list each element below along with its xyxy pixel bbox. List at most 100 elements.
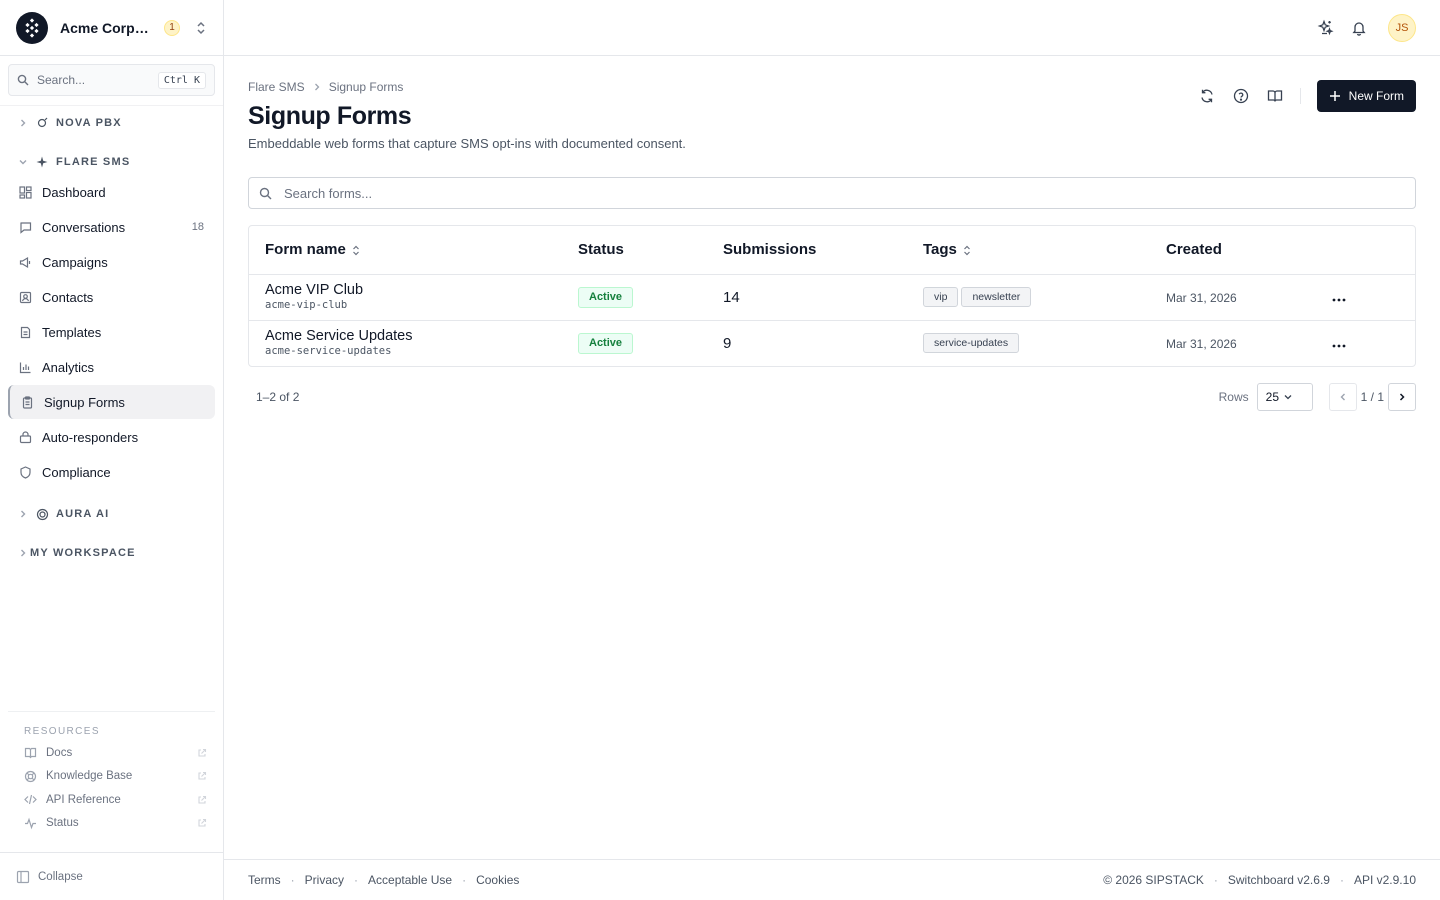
sidebar-item-contacts[interactable]: Contacts — [8, 280, 215, 314]
cell-created: Mar 31, 2026 — [1150, 274, 1320, 321]
chevron-down-icon — [18, 157, 30, 167]
resource-status[interactable]: Status — [8, 812, 215, 836]
cell-tags: service-updates — [907, 320, 1150, 366]
pagination-range: 1–2 of 2 — [256, 390, 300, 404]
sort-icon — [352, 245, 360, 256]
sidebar-item-dashboard[interactable]: Dashboard — [8, 175, 215, 209]
sidebar-panel-icon — [16, 870, 30, 884]
nav-group-label: NOVA PBX — [56, 117, 122, 129]
form-name[interactable]: Acme VIP Club — [265, 282, 546, 298]
plus-icon — [1329, 90, 1341, 102]
resource-docs[interactable]: Docs — [8, 741, 215, 765]
column-label: Status — [578, 241, 624, 259]
created-date: Mar 31, 2026 — [1166, 336, 1237, 351]
org-logo-icon — [16, 11, 48, 44]
tag-badge: service-updates — [923, 333, 1020, 354]
nav-group-label: MY WORKSPACE — [30, 547, 136, 559]
footer-separator: · — [354, 873, 359, 887]
form-name[interactable]: Acme Service Updates — [265, 328, 546, 344]
nav-group-nova-pbx[interactable]: NOVA PBX — [0, 112, 223, 134]
rows-per-page-select[interactable]: 25 — [1256, 383, 1313, 411]
footer-separator: · — [462, 873, 467, 887]
status-badge: Active — [578, 286, 634, 308]
footer-link-acceptable-use[interactable]: Acceptable Use — [368, 873, 452, 887]
sidebar-item-label: Compliance — [42, 464, 111, 480]
sidebar-item-label: Auto-responders — [42, 429, 139, 445]
sidebar-item-templates[interactable]: Templates — [8, 315, 215, 349]
activity-icon — [24, 817, 38, 830]
sidebar-item-signup-forms[interactable]: Signup Forms — [8, 385, 215, 419]
target-icon — [36, 508, 50, 521]
footer-app-version: Switchboard v2.6.9 — [1227, 873, 1330, 887]
nav-group-aura-ai[interactable]: AURA AI — [0, 503, 223, 525]
search-shortcut: Ctrl K — [157, 71, 206, 89]
refresh-icon[interactable] — [1198, 87, 1216, 105]
sidebar-item-campaigns[interactable]: Campaigns — [8, 245, 215, 279]
bar-chart-icon — [19, 361, 33, 374]
bell-icon[interactable] — [1350, 19, 1368, 37]
collapse-sidebar-button[interactable]: Collapse — [0, 852, 223, 900]
top-bar: JS — [224, 0, 1440, 56]
footer-link-privacy[interactable]: Privacy — [305, 873, 344, 887]
breadcrumb-item-flare-sms[interactable]: Flare SMS — [248, 80, 305, 94]
previous-page-button[interactable] — [1328, 383, 1357, 411]
more-actions-icon[interactable] — [1332, 344, 1346, 348]
column-header-tags[interactable]: Tags — [907, 226, 1150, 275]
sidebar-item-label: Templates — [42, 324, 102, 340]
status-badge: Active — [578, 332, 634, 354]
help-icon[interactable] — [1232, 87, 1250, 105]
footer-link-terms[interactable]: Terms — [248, 873, 281, 887]
sidebar-item-auto-responders[interactable]: Auto-responders — [8, 420, 215, 454]
cell-tags: vip newsletter — [907, 274, 1150, 321]
sidebar-item-label: Campaigns — [42, 254, 108, 270]
pagination: 1–2 of 2 Rows 25 1 / 1 — [248, 383, 1416, 411]
footer-link-cookies[interactable]: Cookies — [476, 873, 519, 887]
new-form-button[interactable]: New Form — [1316, 80, 1416, 112]
sparkle-icon — [36, 156, 50, 168]
nav-group-my-workspace[interactable]: MY WORKSPACE — [0, 542, 223, 564]
submissions-count: 14 — [723, 288, 740, 306]
column-header-form-name[interactable]: Form name — [249, 226, 562, 275]
rows-per-page-label: Rows — [1218, 390, 1249, 404]
table-row[interactable]: Acme VIP Club acme-vip-club Active 14 vi… — [249, 274, 1415, 321]
sidebar-item-analytics[interactable]: Analytics — [8, 350, 215, 384]
chevron-up-down-icon[interactable] — [195, 21, 207, 35]
sidebar-item-label: Analytics — [42, 359, 95, 375]
form-slug: acme-vip-club — [265, 299, 348, 311]
sidebar-item-compliance[interactable]: Compliance — [8, 455, 215, 489]
org-name: Acme Corporation — [60, 19, 156, 36]
resource-label: Knowledge Base — [46, 770, 133, 783]
cell-status: Active — [562, 320, 707, 366]
sidebar-search[interactable]: Search... Ctrl K — [8, 64, 215, 96]
footer-meta: © 2026 SIPSTACK · Switchboard v2.6.9 · A… — [1103, 873, 1416, 887]
resource-knowledge-base[interactable]: Knowledge Base — [8, 765, 215, 789]
breadcrumb-item-current: Signup Forms — [328, 80, 404, 94]
megaphone-icon — [19, 256, 33, 269]
nav-group-label: FLARE SMS — [56, 156, 131, 168]
external-link-icon — [197, 771, 207, 781]
cell-created: Mar 31, 2026 — [1150, 320, 1320, 366]
external-link-icon — [197, 818, 207, 828]
cell-submissions: 9 — [707, 320, 907, 366]
phone-signal-icon — [36, 117, 50, 129]
table-row[interactable]: Acme Service Updates acme-service-update… — [249, 320, 1415, 366]
resource-api-reference[interactable]: API Reference — [8, 788, 215, 812]
org-switcher[interactable]: Acme Corporation 1 — [0, 0, 223, 56]
user-avatar[interactable]: JS — [1388, 13, 1416, 42]
book-open-icon[interactable] — [1266, 87, 1284, 105]
sidebar-item-conversations[interactable]: Conversations 18 — [8, 210, 215, 244]
sort-icon — [963, 245, 971, 256]
cell-status: Active — [562, 274, 707, 321]
more-actions-icon[interactable] — [1332, 298, 1346, 302]
next-page-button[interactable] — [1388, 383, 1416, 411]
table-header-row: Form name Status Submissions Tags Create… — [249, 226, 1415, 275]
form-search-input[interactable]: Search forms... — [248, 177, 1416, 209]
page-subtitle: Embeddable web forms that capture SMS op… — [248, 136, 686, 151]
contact-card-icon — [19, 291, 33, 304]
collapse-label: Collapse — [38, 870, 83, 883]
nav-group-flare-sms[interactable]: FLARE SMS — [0, 151, 223, 173]
ai-sparkles-icon[interactable] — [1316, 19, 1334, 37]
column-label: Tags — [923, 241, 957, 259]
forms-table: Form name Status Submissions Tags Create… — [248, 225, 1416, 367]
shield-icon — [19, 465, 33, 479]
